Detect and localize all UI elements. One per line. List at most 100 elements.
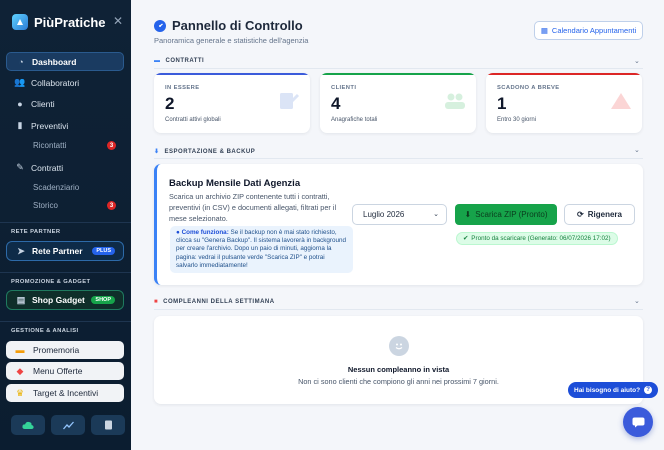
kpi-accent-bar [486, 73, 642, 75]
menu-offerte-label: Menu Offerte [33, 366, 83, 376]
info-bold: Come funziona: [181, 229, 229, 236]
storico-count-badge: 3 [107, 201, 116, 210]
download-icon: ⬇ [154, 149, 160, 155]
month-select-value: Luglio 2026 [363, 210, 405, 219]
divider [154, 68, 643, 69]
empty-title: Nessun compleanno in vista [347, 365, 450, 374]
nav-label: Ricontatti [33, 141, 67, 150]
gauge-icon: ◔ [18, 56, 24, 67]
regenerate-button[interactable]: ⟳ Rigenera [564, 204, 635, 225]
ready-status-badge: ✔ Pronto da scaricare (Generato: 06/07/2… [456, 232, 618, 245]
nav-label: Collaboratori [31, 77, 80, 88]
info-box: ● Come funziona: Se il backup non è mai … [170, 226, 353, 273]
backup-description: Scarica un archivio ZIP contenente tutti… [169, 192, 337, 223]
nav-storico[interactable]: Storico 3 [6, 196, 124, 215]
chat-icon [632, 417, 644, 427]
help-label: Hai bisogno di aiuto? [574, 386, 641, 394]
kpi-card-clienti: CLIENTI 4 Anagrafiche totali [320, 73, 476, 133]
nav-preventivi[interactable]: ▮ Preventivi [6, 116, 124, 135]
nav-clienti[interactable]: ● Clienti [6, 94, 124, 113]
section-label-partner: RETE PARTNER [11, 229, 61, 235]
page-subtitle: Panoramica generale e statistiche dell'a… [154, 36, 309, 45]
nav-collaboratori[interactable]: 👥 Collaboratori [6, 73, 124, 92]
ricontatti-count-badge: 3 [107, 141, 116, 150]
chevron-down-icon: ⌄ [433, 211, 439, 218]
target-incentivi-label: Target & Incentivi [33, 388, 99, 398]
users-icon: 👥 [14, 77, 26, 87]
file-signature-icon: ✎ [16, 162, 24, 172]
kpi-value: 1 [497, 94, 507, 113]
calendar-button-label: Calendario Appuntamenti [551, 26, 637, 35]
rete-partner-label: Rete Partner [32, 246, 83, 256]
brand-name: PiùPratiche [34, 14, 106, 30]
download-zip-button[interactable]: ⬇ Scarica ZIP (Pronto) [455, 204, 557, 225]
regenerate-label: Rigenera [587, 210, 622, 219]
tag-icon: ◆ [16, 365, 24, 376]
month-select[interactable]: Luglio 2026 ⌄ [352, 204, 447, 225]
section-title: ESPORTAZIONE & BACKUP [164, 148, 256, 155]
kpi-label: SCADONO A BREVE [497, 85, 560, 91]
nav-ricontatti[interactable]: Ricontatti 3 [6, 136, 124, 155]
nav-label: Storico [33, 201, 58, 210]
calendar-icon: ▦ [540, 26, 548, 35]
target-incentivi-button[interactable]: ♛ Target & Incentivi [6, 384, 124, 402]
smile-icon [389, 336, 409, 356]
chevron-down-icon[interactable]: ⌄ [634, 146, 640, 154]
kpi-accent-bar [320, 73, 476, 75]
check-circle-icon: ✔ [463, 235, 469, 242]
cloud-tab[interactable] [11, 415, 45, 435]
store-icon: ▤ [16, 294, 26, 305]
section-title: CONTRATTI [165, 58, 205, 64]
kpi-desc: Anagrafiche totali [331, 117, 378, 123]
kpi-label: IN ESSERE [165, 85, 200, 91]
kpi-accent-bar [154, 73, 310, 75]
file-signature-icon [280, 93, 300, 109]
sync-icon: ⟳ [577, 210, 584, 219]
nav-label: Scadenziario [33, 183, 80, 192]
download-icon: ⬇ [464, 210, 472, 219]
section-header-backup[interactable]: ⬇ ESPORTAZIONE & BACKUP [154, 148, 256, 156]
section-label-gadget: PROMOZIONE & GADGET [11, 279, 91, 285]
chevron-down-icon[interactable]: ⌄ [634, 297, 640, 305]
divider [0, 272, 131, 273]
brand[interactable]: PiùPratiche [12, 14, 106, 30]
backup-card: Backup Mensile Dati Agenzia Scarica un a… [154, 164, 643, 285]
brand-logo-icon [12, 14, 28, 30]
chat-button[interactable] [623, 407, 653, 437]
cloud-icon [22, 421, 34, 429]
download-zip-label: Scarica ZIP (Pronto) [475, 210, 548, 219]
section-label-tools: GESTIONE & ANALISI [11, 328, 79, 334]
promemoria-button[interactable]: ▬ Promemoria [6, 341, 124, 359]
nav-contratti[interactable]: ✎ Contratti [6, 158, 124, 177]
chart-tab[interactable] [51, 415, 85, 435]
nav-scadenziario[interactable]: Scadenziario [6, 178, 124, 197]
calendar-button[interactable]: ▦ Calendario Appuntamenti [534, 21, 643, 40]
kpi-label: CLIENTI [331, 85, 357, 91]
gauge-icon [154, 19, 166, 32]
paper-plane-icon: ➤ [17, 245, 25, 256]
rete-partner-button[interactable]: ➤ Rete Partner PLUS [6, 241, 124, 261]
chevron-down-icon[interactable]: ⌄ [634, 57, 640, 65]
section-header-contratti[interactable]: ▬ CONTRATTI [154, 58, 204, 64]
nav-label: Contratti [31, 162, 64, 173]
book-tab[interactable] [91, 415, 125, 435]
divider [154, 158, 643, 159]
page-title-text: Pannello di Controllo [172, 18, 303, 33]
shop-gadget-label: Shop Gadget [32, 295, 85, 305]
close-icon[interactable]: ✕ [113, 14, 123, 28]
promemoria-label: Promemoria [33, 345, 80, 355]
help-tooltip[interactable]: Hai bisogno di aiuto? ? [568, 382, 659, 398]
nav-dashboard[interactable]: ◔ Dashboard [6, 52, 124, 71]
gift-icon: ■ [154, 299, 159, 305]
kpi-card-scadono: SCADONO A BREVE 1 Entro 30 giorni [486, 73, 642, 133]
section-header-birthdays[interactable]: ■ COMPLEANNI DELLA SETTIMANA [154, 299, 275, 305]
sidebar: PiùPratiche ✕ ◔ Dashboard 👥 Collaborator… [0, 0, 131, 450]
book-icon [104, 420, 112, 430]
shop-gadget-button[interactable]: ▤ Shop Gadget SHOP [6, 290, 124, 310]
ready-status-text: Pronto da scaricare (Generato: 06/07/202… [471, 235, 611, 242]
divider [154, 309, 643, 310]
chart-line-icon [62, 421, 74, 429]
menu-offerte-button[interactable]: ◆ Menu Offerte [6, 362, 124, 380]
warning-icon [611, 93, 631, 109]
kpi-desc: Contratti attivi globali [165, 117, 221, 123]
